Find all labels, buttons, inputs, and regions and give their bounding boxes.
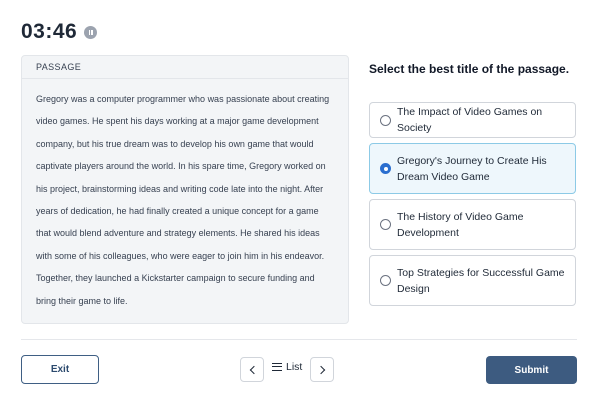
question-prompt: Select the best title of the passage. <box>369 62 570 76</box>
passage-panel: PASSAGE Gregory was a computer programme… <box>21 55 349 324</box>
chevron-right-icon <box>316 365 325 374</box>
list-button[interactable]: List <box>272 361 302 373</box>
timer-display: 03:46 <box>21 20 78 43</box>
passage-header: PASSAGE <box>22 56 348 79</box>
answer-option-label: The History of Video Game Development <box>397 210 524 239</box>
radio-button[interactable] <box>380 114 391 126</box>
answer-option-label: Top Strategies for Successful Game Desig… <box>397 266 565 295</box>
answer-option-2[interactable]: Gregory's Journey to Create His Dream Vi… <box>369 143 576 194</box>
exit-button[interactable]: Exit <box>21 355 99 384</box>
previous-button[interactable] <box>240 357 264 382</box>
pause-icon[interactable] <box>84 25 98 39</box>
footer-divider <box>21 339 577 340</box>
answer-option-1[interactable]: The Impact of Video Games on Society <box>369 102 576 138</box>
answer-option-label: The Impact of Video Games on Society <box>397 106 543 134</box>
list-label: List <box>286 361 303 373</box>
submit-button[interactable]: Submit <box>486 356 577 384</box>
list-icon <box>272 363 282 371</box>
chevron-left-icon <box>249 365 258 374</box>
passage-text: Gregory was a computer programmer who wa… <box>36 94 330 306</box>
answer-option-label: Gregory's Journey to Create His Dream Vi… <box>397 154 547 183</box>
radio-button[interactable] <box>380 275 391 286</box>
radio-button[interactable] <box>380 219 391 230</box>
answer-option-3[interactable]: The History of Video Game Development <box>369 199 576 250</box>
next-button[interactable] <box>310 357 334 382</box>
answer-option-4[interactable]: Top Strategies for Successful Game Desig… <box>369 255 576 306</box>
radio-button-selected[interactable] <box>380 163 391 174</box>
timer-bar: 03:46 <box>21 20 98 44</box>
